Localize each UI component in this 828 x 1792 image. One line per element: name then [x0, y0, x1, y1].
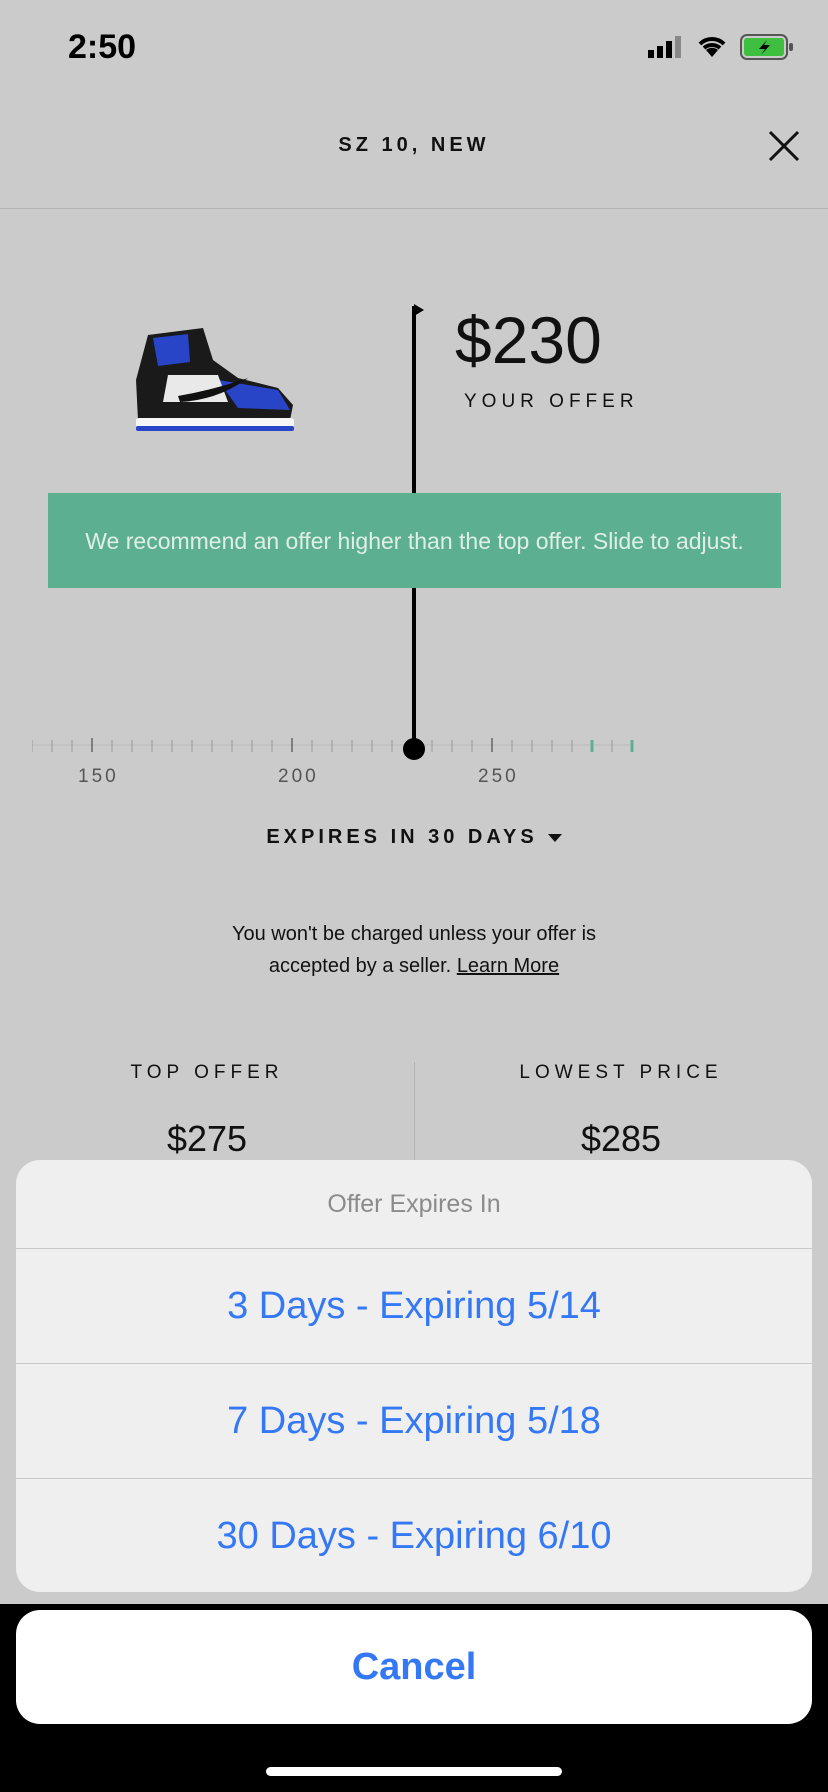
- status-icons: [648, 34, 794, 60]
- header-divider: [0, 208, 828, 209]
- tick-label: 250: [478, 766, 519, 787]
- offer-price-label: YOUR OFFER: [464, 391, 639, 412]
- home-indicator: [266, 1767, 562, 1776]
- close-icon[interactable]: [764, 126, 804, 166]
- lowest-price-label: LOWEST PRICE: [519, 1062, 723, 1083]
- wifi-icon: [698, 37, 726, 57]
- option-3-days[interactable]: 3 Days - Expiring 5/14: [16, 1249, 812, 1364]
- expiry-label: EXPIRES IN 30 DAYS: [266, 826, 538, 848]
- option-30-days[interactable]: 30 Days - Expiring 6/10: [16, 1479, 812, 1592]
- status-time: 2:50: [68, 28, 137, 66]
- flag-icon: [414, 304, 424, 316]
- lowest-price-value: $285: [580, 1118, 662, 1159]
- learn-more-link[interactable]: Learn More: [457, 955, 559, 977]
- offer-price: $230: [455, 303, 602, 377]
- top-offer-label: TOP OFFER: [130, 1062, 284, 1083]
- action-sheet: Offer Expires In 3 Days - Expiring 5/14 …: [16, 1160, 812, 1592]
- page-title: SZ 10, NEW: [338, 134, 490, 156]
- sneaker-image: [136, 328, 294, 431]
- action-sheet-title: Offer Expires In: [16, 1160, 812, 1249]
- option-7-days[interactable]: 7 Days - Expiring 5/18: [16, 1364, 812, 1479]
- battery-icon: [740, 34, 793, 60]
- recommendation-banner: We recommend an offer higher than the to…: [48, 493, 781, 588]
- top-offer-value: $275: [166, 1118, 248, 1159]
- tick-label: 200: [278, 766, 319, 787]
- caret-down-icon: [547, 833, 562, 842]
- expiry-dropdown[interactable]: EXPIRES IN 30 DAYS: [0, 826, 828, 849]
- tick-label: 150: [78, 766, 119, 787]
- slider-knob[interactable]: [403, 738, 425, 760]
- price-slider-track[interactable]: [32, 738, 652, 752]
- signal-icon: [648, 36, 681, 58]
- charge-note: You won't be charged unless your offer i…: [0, 918, 828, 982]
- cancel-button[interactable]: Cancel: [16, 1610, 812, 1724]
